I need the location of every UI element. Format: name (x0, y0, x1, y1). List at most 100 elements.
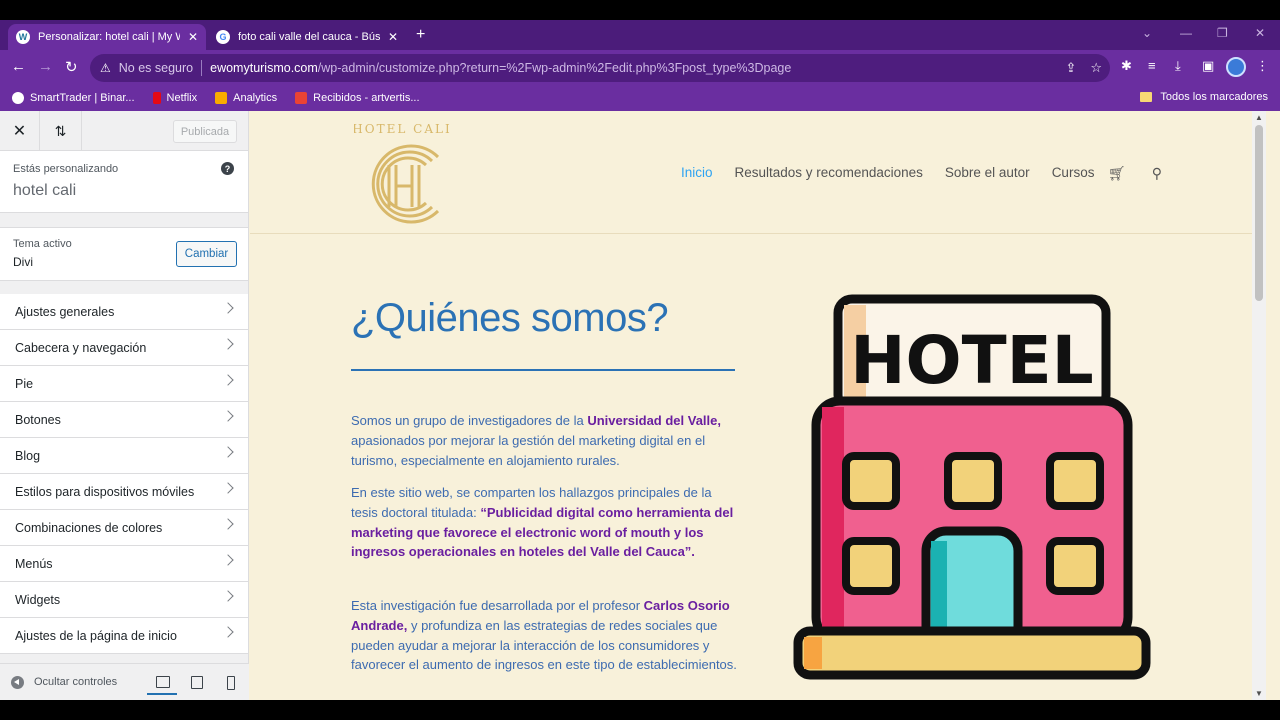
intro-paragraph: Somos un grupo de investigadores de la U… (351, 411, 741, 470)
close-tab-icon[interactable]: ✕ (188, 30, 198, 44)
extensions-icon[interactable]: ✱ (1121, 58, 1132, 74)
text: Esta investigación fue desarrollada por … (351, 598, 644, 613)
bookmark-label: SmartTrader | Binar... (30, 91, 135, 104)
desktop-preview-icon[interactable] (147, 676, 177, 695)
mobile-preview-icon[interactable] (227, 676, 235, 690)
nav-cursos[interactable]: Cursos (1052, 165, 1095, 180)
menu-item-label: Estilos para dispositivos móviles (15, 484, 195, 499)
menu-item-menus[interactable]: Menús (0, 546, 248, 582)
bookmark-smarttrader[interactable]: SmartTrader | Binar... (12, 91, 135, 104)
bottom-black-bar (0, 700, 1280, 720)
menu-kebab-icon[interactable]: ⋮ (1256, 58, 1269, 74)
window-close-icon[interactable]: ✕ (1255, 26, 1265, 40)
url-path: /wp-admin/customize.php?return=%2Fwp-adm… (317, 61, 792, 75)
download-icon[interactable]: ⤓ (1175, 58, 1181, 74)
nav-resultados[interactable]: Resultados y recomendaciones (735, 165, 923, 180)
restore-icon[interactable]: ❐ (1217, 26, 1228, 40)
warning-icon: ⚠ (100, 61, 111, 75)
chevron-right-icon (222, 626, 234, 638)
bookmark-label: Netflix (166, 91, 198, 104)
menu-item-label: Widgets (15, 592, 61, 607)
menu-item-label: Ajustes de la página de inicio (15, 628, 177, 643)
menu-item-label: Botones (15, 412, 61, 427)
chevron-right-icon (222, 302, 234, 314)
site-name: hotel cali (13, 182, 77, 199)
share-icon[interactable]: ⇪ (1065, 60, 1076, 76)
menu-item-blog[interactable]: Blog (0, 438, 248, 474)
theme-label: Tema activo (13, 238, 72, 250)
back-icon[interactable]: ← (11, 58, 26, 75)
address-bar[interactable]: ⚠ No es seguro ewomyturismo.com/wp-admin… (90, 54, 1110, 82)
menu-item-footer[interactable]: Pie (0, 366, 248, 402)
chevron-right-icon (222, 446, 234, 458)
page-scrollbar[interactable]: ▲ ▼ (1252, 111, 1266, 700)
folder-icon (1140, 92, 1153, 102)
text: Somos un grupo de investigadores de la (351, 413, 588, 428)
chevron-right-icon (222, 374, 234, 386)
media-icon[interactable]: ≡ (1148, 58, 1156, 73)
all-bookmarks[interactable]: Todos los marcadores (1140, 91, 1268, 103)
profile-avatar[interactable] (1226, 57, 1246, 77)
collapse-icon (11, 675, 24, 689)
theme-name: Divi (13, 255, 33, 269)
bookmark-star-icon[interactable]: ☆ (1090, 60, 1102, 76)
menu-item-widgets[interactable]: Widgets (0, 582, 248, 618)
scroll-thumb[interactable] (1255, 125, 1263, 301)
menu-item-label: Ajustes generales (15, 304, 115, 319)
title-divider (351, 369, 735, 371)
customizer-footer: Ocultar controles (0, 663, 249, 700)
search-icon[interactable]: ⚲ (1152, 165, 1162, 182)
change-theme-button[interactable]: Cambiar (176, 241, 237, 267)
close-tab-icon[interactable]: ✕ (388, 30, 398, 44)
menu-item-label: Menús (15, 556, 53, 571)
logo-text: HOTEL CALI (354, 122, 450, 136)
tab-search[interactable]: G foto cali valle del cauca - Búsqu… ✕ (208, 24, 406, 50)
cart-icon[interactable]: 🛒︎ (1108, 165, 1126, 182)
customizer-header: ✕ ⇅ Publicada (0, 111, 248, 151)
menu-item-mobile[interactable]: Estilos para dispositivos móviles (0, 474, 248, 510)
page-title: ¿Quiénes somos? (351, 296, 669, 340)
gmail-icon (295, 91, 308, 104)
menu-item-colors[interactable]: Combinaciones de colores (0, 510, 248, 546)
nav-sobre-autor[interactable]: Sobre el autor (945, 165, 1030, 180)
close-icon[interactable]: ✕ (0, 111, 40, 151)
forward-icon[interactable]: → (38, 58, 53, 75)
tab-customizer[interactable]: W Personalizar: hotel cali | My Wor… ✕ (8, 24, 206, 50)
menu-item-label: Pie (15, 376, 34, 391)
menu-item-buttons[interactable]: Botones (0, 402, 248, 438)
menu-item-homepage[interactable]: Ajustes de la página de inicio (0, 618, 248, 654)
hotel-cali-logo[interactable]: HOTEL CALI (354, 115, 450, 231)
hide-controls-button[interactable]: Ocultar controles (11, 675, 117, 689)
menu-item-header[interactable]: Cabecera y navegación (0, 330, 248, 366)
nav-inicio[interactable]: Inicio (681, 165, 713, 180)
tab-search-icon[interactable]: ⌄ (1142, 26, 1152, 40)
chevron-right-icon (222, 554, 234, 566)
published-button[interactable]: Publicada (173, 120, 237, 143)
page-viewport: ✕ ⇅ Publicada Estás personalizando hotel… (0, 111, 1280, 700)
main-nav: Inicio Resultados y recomendaciones Sobr… (681, 165, 1094, 180)
smarttrader-icon (12, 91, 24, 104)
reload-icon[interactable]: ↻ (65, 58, 78, 76)
url-host: ewomyturismo.com (210, 61, 318, 75)
bookmark-gmail[interactable]: Recibidos - artvertis... (295, 91, 420, 104)
bookmark-analytics[interactable]: Analytics (215, 91, 278, 104)
site-preview: HOTEL CALI Inicio Resultados y recomenda… (250, 111, 1266, 700)
bookmark-label: Analytics (233, 91, 278, 104)
minimize-icon[interactable]: — (1180, 26, 1192, 40)
menu-item-general[interactable]: Ajustes generales (0, 294, 248, 330)
new-tab-button[interactable]: + (416, 26, 425, 44)
text: y profundiza en las estrategias de redes… (351, 617, 737, 673)
text: apasionados por mejorar la gestión del m… (351, 432, 706, 468)
customizing-label: Estás personalizando (13, 163, 119, 175)
bookmark-netflix[interactable]: Netflix (152, 91, 198, 104)
browser-chrome: W Personalizar: hotel cali | My Wor… ✕ G… (0, 20, 1280, 111)
side-panel-icon[interactable]: ▣ (1202, 58, 1214, 74)
reorder-icon[interactable]: ⇅ (40, 111, 82, 151)
chevron-right-icon (222, 410, 234, 422)
tablet-preview-icon[interactable] (191, 676, 203, 689)
help-icon[interactable]: ? (221, 162, 234, 175)
scroll-up-icon[interactable]: ▲ (1255, 113, 1263, 122)
nav-icons: 🛒︎ ⚲ (1108, 165, 1162, 182)
scroll-down-icon[interactable]: ▼ (1255, 689, 1263, 698)
menu-item-label: Combinaciones de colores (15, 520, 163, 535)
